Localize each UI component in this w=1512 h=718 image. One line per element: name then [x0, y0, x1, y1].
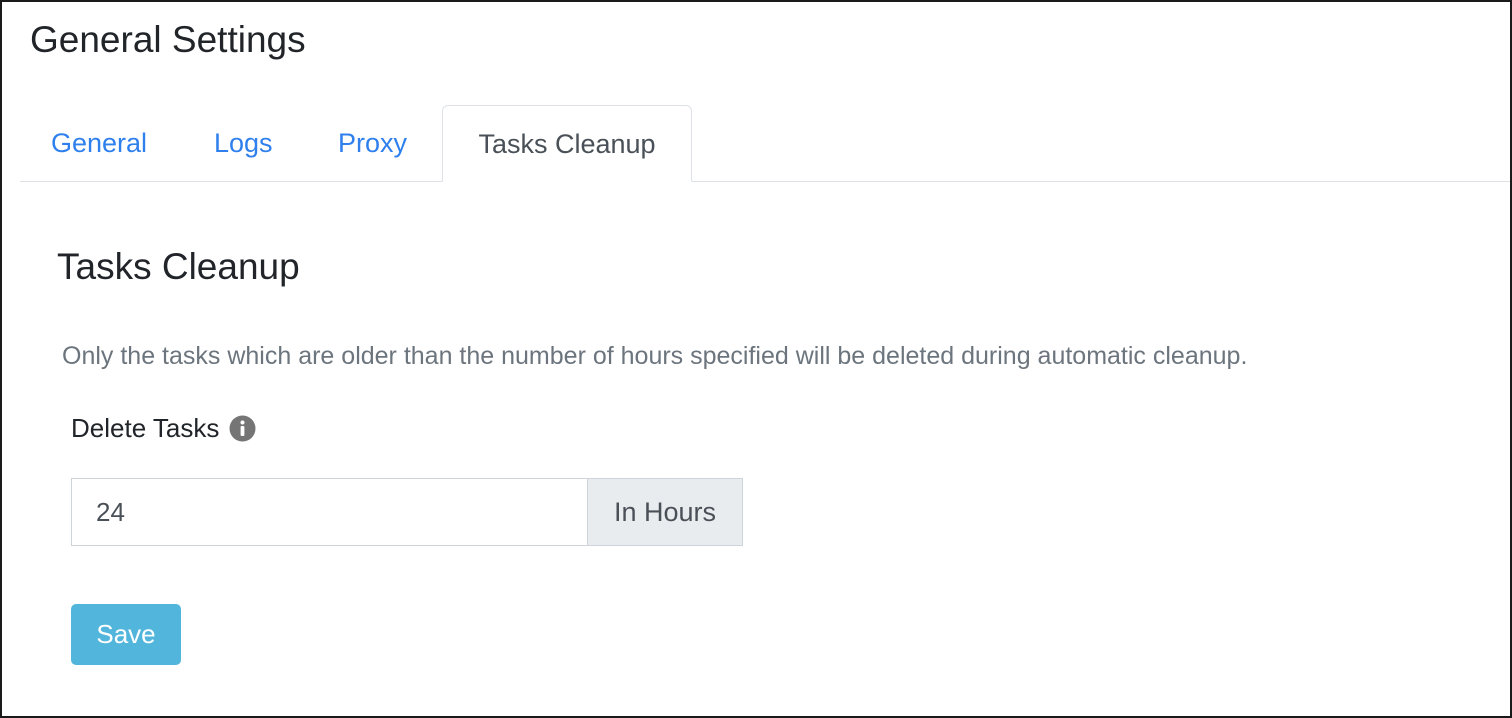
tab-general[interactable]: General	[20, 105, 178, 181]
delete-tasks-input-group: In Hours	[71, 478, 743, 546]
delete-tasks-hours-input[interactable]	[71, 478, 587, 546]
info-circle-icon[interactable]	[229, 415, 256, 442]
hours-unit-addon: In Hours	[587, 478, 743, 546]
save-button[interactable]: Save	[71, 604, 181, 665]
tab-tasks-cleanup[interactable]: Tasks Cleanup	[442, 105, 692, 182]
settings-window: General Settings General Logs Proxy Task…	[0, 0, 1512, 718]
section-description: Only the tasks which are older than the …	[62, 342, 1248, 370]
tab-logs[interactable]: Logs	[183, 105, 304, 181]
delete-tasks-label-row: Delete Tasks	[71, 408, 256, 448]
settings-tabs: General Logs Proxy Tasks Cleanup	[20, 105, 1510, 182]
section-title: Tasks Cleanup	[57, 246, 300, 287]
page-title: General Settings	[30, 19, 306, 60]
tab-proxy[interactable]: Proxy	[307, 105, 438, 181]
delete-tasks-label: Delete Tasks	[71, 412, 220, 443]
